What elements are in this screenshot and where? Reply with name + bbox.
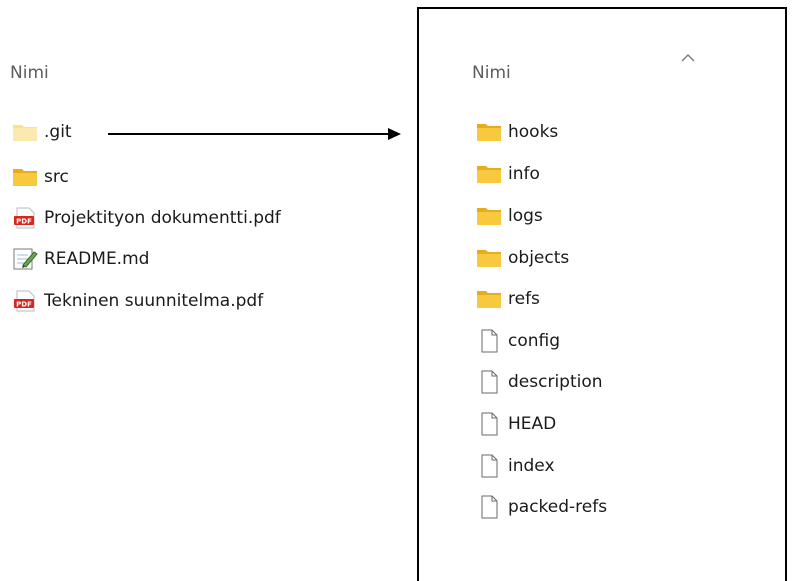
folder-icon bbox=[12, 165, 38, 189]
list-item-hooks[interactable]: hooks bbox=[476, 118, 558, 146]
item-name: hooks bbox=[508, 122, 559, 142]
list-item-logs[interactable]: logs bbox=[476, 202, 543, 230]
folder-icon bbox=[476, 287, 502, 311]
item-name: refs bbox=[508, 289, 540, 309]
folder-icon bbox=[476, 120, 502, 144]
folder-icon bbox=[476, 204, 502, 228]
list-item-projektityon-pdf[interactable]: PDF Projektityon dokumentti.pdf bbox=[12, 204, 281, 232]
list-item-src[interactable]: src bbox=[12, 163, 69, 191]
list-item-readme[interactable]: README.md bbox=[12, 245, 149, 273]
pdf-icon: PDF bbox=[12, 206, 38, 230]
pdf-icon: PDF bbox=[12, 289, 38, 313]
arrow-right-icon bbox=[108, 128, 401, 140]
list-item-refs[interactable]: refs bbox=[476, 285, 540, 313]
item-name: config bbox=[508, 331, 561, 351]
file-icon bbox=[476, 370, 502, 394]
list-item-info[interactable]: info bbox=[476, 160, 540, 188]
list-item-objects[interactable]: objects bbox=[476, 244, 569, 272]
item-name: logs bbox=[508, 206, 543, 226]
right-column-header-name[interactable]: Nimi bbox=[472, 63, 511, 83]
list-item-head[interactable]: HEAD bbox=[476, 410, 556, 438]
chevron-up-icon[interactable] bbox=[681, 53, 695, 63]
list-item-index[interactable]: index bbox=[476, 452, 555, 480]
item-name: index bbox=[508, 456, 555, 476]
svg-text:PDF: PDF bbox=[16, 218, 32, 226]
left-column-header-name[interactable]: Nimi bbox=[10, 63, 49, 83]
list-item-description[interactable]: description bbox=[476, 368, 603, 396]
item-name: Tekninen suunnitelma.pdf bbox=[44, 291, 264, 311]
item-name: Projektityon dokumentti.pdf bbox=[44, 208, 281, 228]
folder-icon bbox=[476, 246, 502, 270]
list-item-git[interactable]: .git bbox=[12, 118, 72, 146]
file-icon bbox=[476, 412, 502, 436]
folder-icon bbox=[476, 162, 502, 186]
item-name: info bbox=[508, 164, 540, 184]
item-name: packed-refs bbox=[508, 497, 608, 517]
item-name: objects bbox=[508, 248, 570, 268]
item-name: description bbox=[508, 372, 603, 392]
item-name: src bbox=[44, 167, 69, 187]
svg-text:PDF: PDF bbox=[16, 301, 32, 309]
list-item-packed-refs[interactable]: packed-refs bbox=[476, 493, 607, 521]
item-name: HEAD bbox=[508, 414, 557, 434]
folder-icon bbox=[12, 120, 38, 144]
file-icon bbox=[476, 454, 502, 478]
file-icon bbox=[476, 329, 502, 353]
file-icon bbox=[476, 495, 502, 519]
item-name: .git bbox=[44, 122, 72, 142]
item-name: README.md bbox=[44, 249, 150, 269]
notepad-icon bbox=[12, 247, 38, 271]
list-item-tekninen-pdf[interactable]: PDF Tekninen suunnitelma.pdf bbox=[12, 287, 263, 315]
list-item-config[interactable]: config bbox=[476, 327, 560, 355]
